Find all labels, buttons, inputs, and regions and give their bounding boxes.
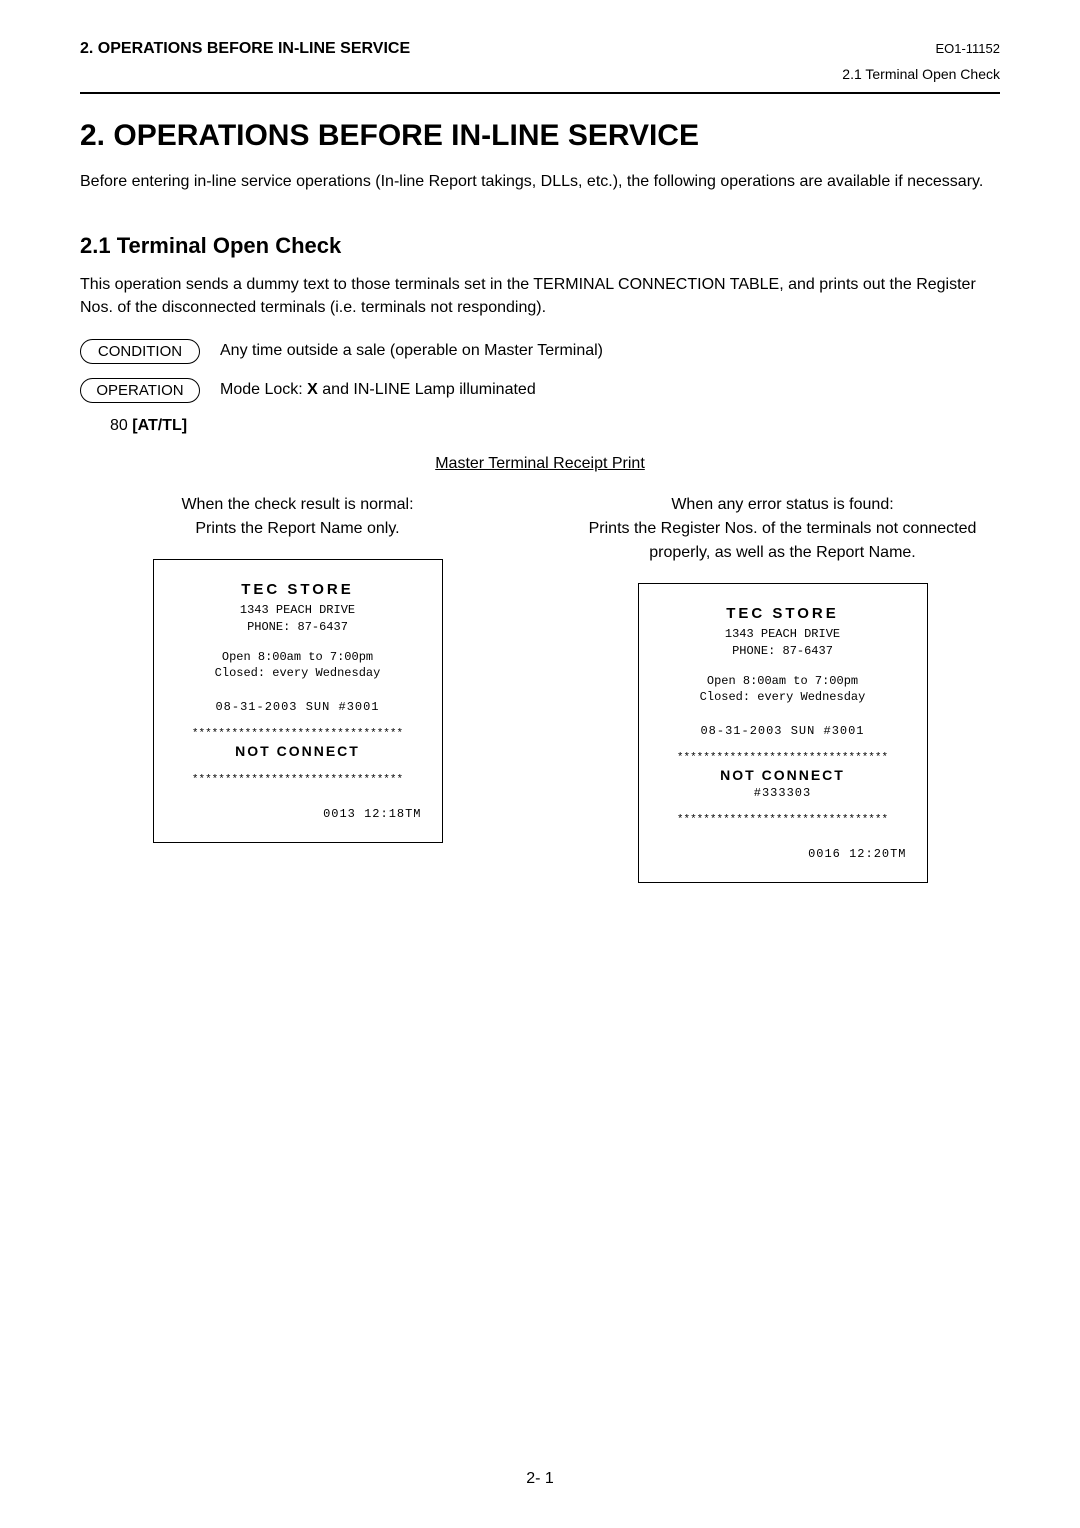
operation-bold: X — [307, 381, 318, 398]
right-heading-l1: When any error status is found: — [671, 496, 893, 513]
receipt-stars-bottom-r: ******************************** — [649, 813, 917, 828]
operation-prefix: Mode Lock: — [220, 381, 307, 398]
section-heading: 2.1 Terminal Open Check — [80, 233, 1000, 259]
right-col-heading: When any error status is found: Prints t… — [565, 493, 1000, 565]
receipt-stars-bottom: ******************************** — [164, 773, 432, 788]
receipt-open-r: Open 8:00am to 7:00pm — [649, 673, 917, 689]
header-section-title: 2. OPERATIONS BEFORE IN-LINE SERVICE — [80, 40, 410, 58]
condition-row: CONDITION Any time outside a sale (opera… — [80, 339, 1000, 364]
receipt-normal: TEC STORE 1343 PEACH DRIVE PHONE: 87-643… — [153, 559, 443, 843]
left-heading-l2: Prints the Report Name only. — [195, 520, 399, 537]
receipt-footer-left: 0013 12:18TM — [164, 806, 432, 822]
receipt-stars-top: ******************************** — [164, 727, 432, 742]
receipt-store-r: TEC STORE — [649, 604, 917, 624]
receipt-regno: #333303 — [649, 785, 917, 801]
receipt-columns: When the check result is normal: Prints … — [80, 493, 1000, 883]
receipt-closed-r: Closed: every Wednesday — [649, 689, 917, 705]
condition-label: CONDITION — [80, 339, 200, 364]
receipt-store: TEC STORE — [164, 580, 432, 600]
operation-suffix: and IN-LINE Lamp illuminated — [318, 381, 536, 398]
receipt-date-r: 08-31-2003 SUN #3001 — [649, 723, 917, 739]
section-description: This operation sends a dummy text to tho… — [80, 274, 1000, 319]
key-label: [AT/TL] — [132, 417, 187, 434]
receipt-addr: 1343 PEACH DRIVE — [164, 602, 432, 618]
page-number: 2- 1 — [0, 1470, 1080, 1488]
receipt-open: Open 8:00am to 7:00pm — [164, 649, 432, 665]
receipt-addr-r: 1343 PEACH DRIVE — [649, 626, 917, 642]
page-header: 2. OPERATIONS BEFORE IN-LINE SERVICE EO1… — [80, 40, 1000, 58]
left-column: When the check result is normal: Prints … — [80, 493, 515, 843]
left-heading-l1: When the check result is normal: — [181, 496, 413, 513]
receipt-phone-r: PHONE: 87-6437 — [649, 643, 917, 659]
page-title: 2. OPERATIONS BEFORE IN-LINE SERVICE — [80, 119, 1000, 153]
receipt-notconnect: NOT CONNECT — [164, 742, 432, 761]
right-column: When any error status is found: Prints t… — [565, 493, 1000, 883]
receipt-print-title: Master Terminal Receipt Print — [80, 455, 1000, 473]
receipt-closed: Closed: every Wednesday — [164, 665, 432, 681]
operation-text: Mode Lock: X and IN-LINE Lamp illuminate… — [220, 378, 536, 399]
receipt-notconnect-r: NOT CONNECT — [649, 766, 917, 785]
receipt-phone: PHONE: 87-6437 — [164, 619, 432, 635]
operation-row: OPERATION Mode Lock: X and IN-LINE Lamp … — [80, 378, 1000, 403]
key-num: 80 — [110, 417, 132, 434]
right-heading-l2: Prints the Register Nos. of the terminal… — [589, 520, 977, 561]
operation-label: OPERATION — [80, 378, 200, 403]
receipt-date: 08-31-2003 SUN #3001 — [164, 699, 432, 715]
key-command: 80 [AT/TL] — [110, 417, 1000, 435]
intro-paragraph: Before entering in-line service operatio… — [80, 171, 1000, 193]
header-divider — [80, 92, 1000, 94]
receipt-footer-right: 0016 12:20TM — [649, 846, 917, 862]
condition-text: Any time outside a sale (operable on Mas… — [220, 339, 603, 360]
receipt-error: TEC STORE 1343 PEACH DRIVE PHONE: 87-643… — [638, 583, 928, 883]
receipt-stars-top-r: ******************************** — [649, 751, 917, 766]
header-subsection: 2.1 Terminal Open Check — [80, 66, 1000, 82]
header-doc-id: EO1-11152 — [935, 41, 1000, 56]
left-col-heading: When the check result is normal: Prints … — [80, 493, 515, 541]
